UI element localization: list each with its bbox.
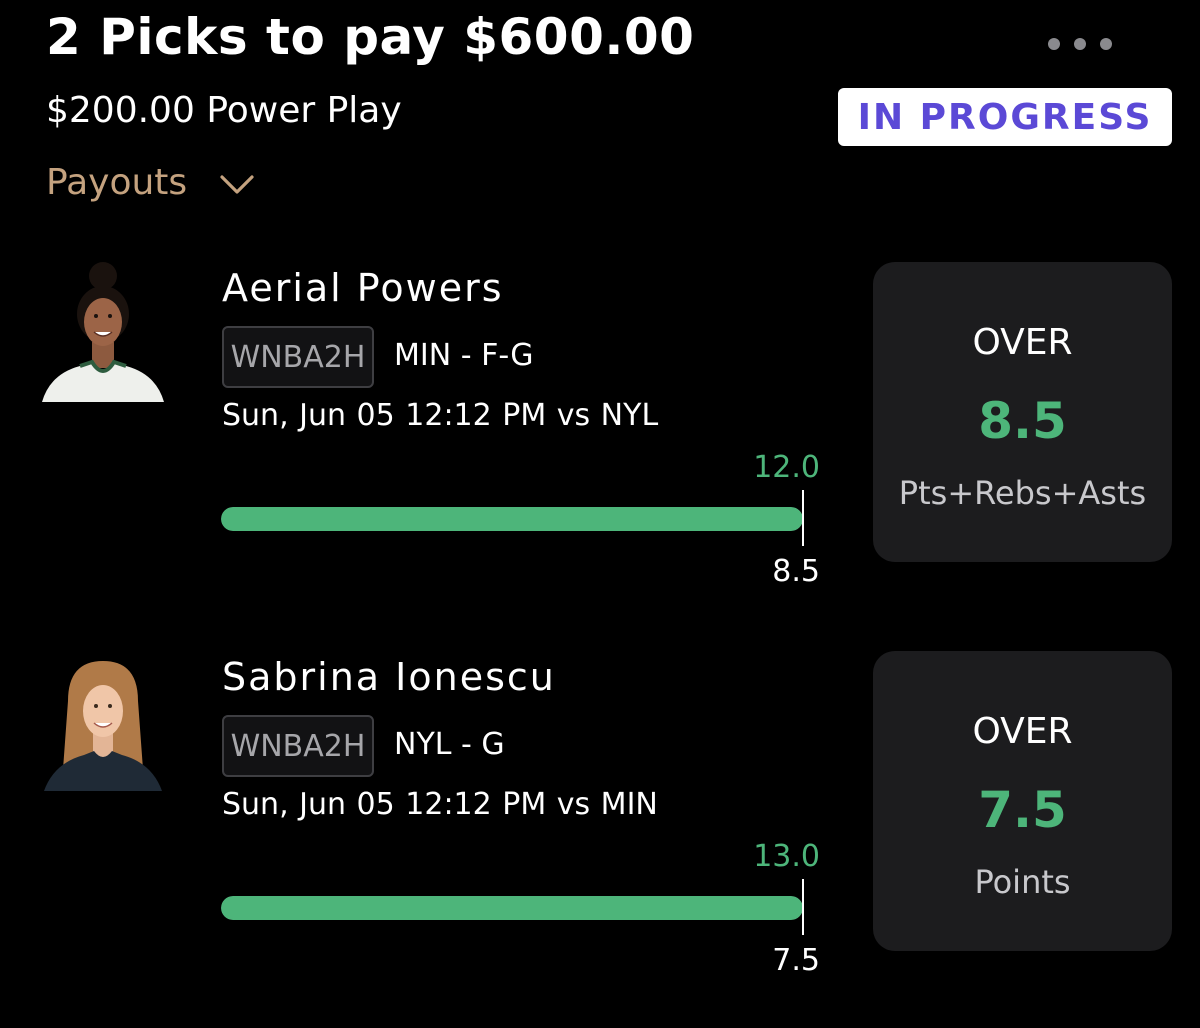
- progress-bar: [221, 507, 803, 531]
- game-time: Sun, Jun 05 12:12 PM vs MIN: [222, 787, 658, 822]
- more-options-button[interactable]: [1030, 22, 1130, 66]
- projection-card[interactable]: OVER 8.5 Pts+Rebs+Asts: [873, 262, 1172, 562]
- player-avatar: [40, 651, 166, 791]
- player-avatar: [40, 262, 166, 402]
- pick-direction: OVER: [972, 322, 1073, 363]
- player-name: Aerial Powers: [222, 266, 504, 310]
- progress-bar: [221, 896, 803, 920]
- entry-title: 2 Picks to pay $600.00: [46, 8, 695, 66]
- payouts-toggle[interactable]: Payouts: [46, 154, 255, 210]
- stat-type: Points: [974, 863, 1071, 901]
- target-marker: [802, 879, 804, 935]
- pick-direction: OVER: [972, 711, 1073, 752]
- league-badge: WNBA2H: [222, 715, 374, 777]
- projection-line: 7.5: [978, 781, 1067, 839]
- progress-fill: [221, 896, 803, 920]
- team-position: NYL - G: [394, 727, 505, 762]
- line-value: 8.5: [772, 554, 820, 589]
- progress-fill: [221, 507, 803, 531]
- team-position: MIN - F-G: [394, 338, 534, 373]
- line-value: 7.5: [772, 943, 820, 978]
- target-marker: [802, 490, 804, 546]
- projection-line: 8.5: [978, 392, 1067, 450]
- chevron-down-icon: [219, 168, 255, 196]
- actual-stat-value: 13.0: [753, 839, 820, 874]
- actual-stat-value: 12.0: [753, 450, 820, 485]
- status-badge: IN PROGRESS: [838, 88, 1172, 146]
- player-name: Sabrina Ionescu: [222, 655, 556, 699]
- league-badge: WNBA2H: [222, 326, 374, 388]
- projection-card[interactable]: OVER 7.5 Points: [873, 651, 1172, 951]
- more-horizontal-icon: [1048, 38, 1112, 50]
- stat-type: Pts+Rebs+Asts: [898, 474, 1147, 512]
- game-time: Sun, Jun 05 12:12 PM vs NYL: [222, 398, 659, 433]
- payouts-label: Payouts: [46, 161, 188, 203]
- pick-card: Sabrina Ionescu WNBA2H NYL - G Sun, Jun …: [0, 651, 1200, 978]
- pick-card: Aerial Powers WNBA2H MIN - F-G Sun, Jun …: [0, 262, 1200, 589]
- entry-subtitle: $200.00 Power Play: [46, 90, 402, 131]
